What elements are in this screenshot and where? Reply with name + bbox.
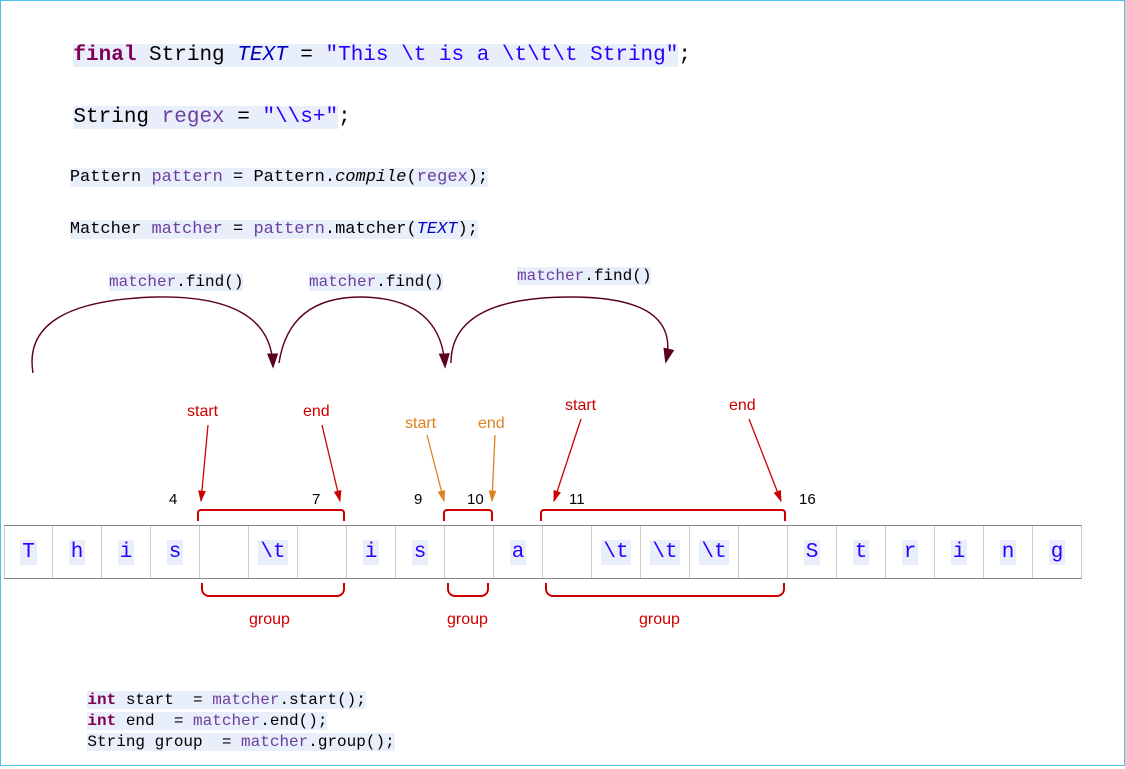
cell-3: s: [151, 526, 200, 578]
cell-1: h: [53, 526, 102, 578]
diagram-frame: final String TEXT = "This \t is a \t\t\t…: [0, 0, 1125, 766]
cell-17: t: [837, 526, 886, 578]
cell-9: [445, 526, 494, 578]
find-label-3: matcher.find(): [517, 267, 651, 285]
cell-14: \t: [690, 526, 739, 578]
index-7: 7: [312, 491, 320, 508]
group-label-2: group: [447, 611, 488, 629]
index-10: 10: [467, 491, 484, 508]
end-label-1: end: [303, 403, 330, 421]
cell-7: i: [347, 526, 396, 578]
bracket-bot-1: [201, 583, 345, 597]
cell-4: [200, 526, 249, 578]
find-label-1: matcher.find(): [109, 273, 243, 291]
bracket-top-1: [197, 509, 345, 521]
index-16: 16: [799, 491, 816, 508]
cell-19: i: [935, 526, 984, 578]
cell-15: [739, 526, 788, 578]
bracket-bot-2: [447, 583, 489, 597]
group-label-1: group: [249, 611, 290, 629]
start-label-1: start: [187, 403, 218, 421]
end-label-2: end: [478, 415, 505, 433]
cell-12: \t: [592, 526, 641, 578]
cell-6: [298, 526, 347, 578]
cell-2: i: [102, 526, 151, 578]
group-label-3: group: [639, 611, 680, 629]
cell-0: T: [4, 526, 53, 578]
start-label-3: start: [565, 397, 596, 415]
code-line-4: Matcher matcher = pattern.matcher(TEXT);: [29, 201, 478, 258]
code-line-2: String regex = "\\s+";: [23, 83, 351, 152]
character-cells: This \t is a \t\t\t String: [4, 525, 1082, 579]
end-label-3: end: [729, 397, 756, 415]
cell-21: g: [1033, 526, 1082, 578]
bracket-bot-3: [545, 583, 785, 597]
cell-16: S: [788, 526, 837, 578]
cell-5: \t: [249, 526, 298, 578]
cell-11: [543, 526, 592, 578]
cell-18: r: [886, 526, 935, 578]
bracket-top-3: [540, 509, 786, 521]
cell-13: \t: [641, 526, 690, 578]
code-line-1: final String TEXT = "This \t is a \t\t\t…: [23, 21, 691, 90]
code-line-3: Pattern pattern = Pattern.compile(regex)…: [29, 149, 488, 206]
start-label-2: start: [405, 415, 436, 433]
code-group: String group = matcher.group();: [49, 715, 395, 769]
index-11: 11: [569, 491, 585, 508]
cell-8: s: [396, 526, 445, 578]
cell-10: a: [494, 526, 543, 578]
index-9: 9: [414, 491, 422, 508]
find-label-2: matcher.find(): [309, 273, 443, 291]
index-4: 4: [169, 491, 177, 508]
cell-20: n: [984, 526, 1033, 578]
bracket-top-2: [443, 509, 493, 521]
